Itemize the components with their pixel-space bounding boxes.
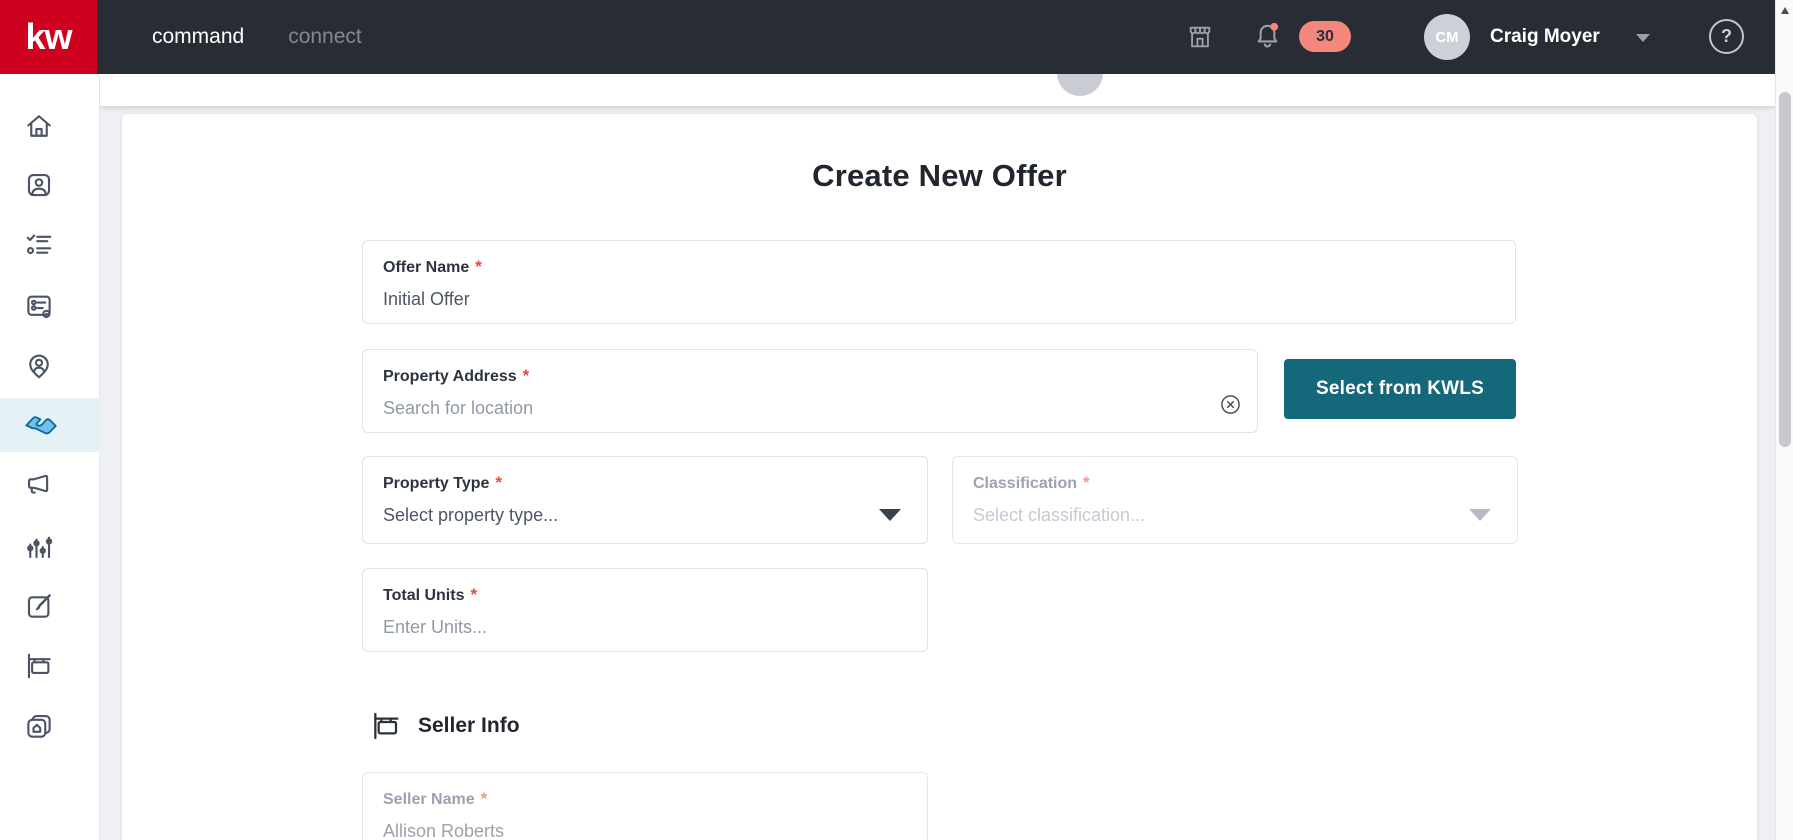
offer-name-value: Initial Offer: [383, 289, 470, 309]
classification-placeholder: Select classification...: [973, 505, 1146, 525]
scroll-up-arrow-icon[interactable]: [1781, 7, 1789, 14]
property-type-label: Property Type: [383, 475, 490, 492]
checklist-icon: [26, 234, 52, 255]
home-icon: [27, 115, 51, 137]
smartplans-icon: [27, 295, 51, 319]
property-address-placeholder: Search for location: [383, 398, 534, 418]
sidebar-item-reports[interactable]: [0, 520, 100, 574]
chevron-down-icon: [1636, 34, 1650, 42]
marketplace-icon[interactable]: [1186, 23, 1214, 56]
total-units-label: Total Units: [383, 587, 465, 604]
property-type-select[interactable]: Property Type * Select property type...: [362, 456, 928, 544]
kw-logo[interactable]: kw: [0, 0, 97, 74]
page-title: Create New Offer: [812, 158, 1067, 193]
offer-name-field[interactable]: Offer Name * Initial Offer: [362, 240, 1516, 324]
sidebar-item-tasks[interactable]: [0, 218, 100, 272]
avatar[interactable]: CM: [1424, 14, 1470, 60]
create-offer-card: Create New Offer Offer Name * Initial Off…: [122, 114, 1757, 840]
app-window: kw command connect 30 CM Craig Moyer ? C…: [0, 0, 1793, 840]
sidebar-item-marketing[interactable]: [0, 459, 100, 513]
scrolled-header-strip: [100, 74, 1775, 106]
sidebar-item-opportunities[interactable]: [0, 398, 100, 452]
person-pin-icon: [29, 354, 49, 379]
sidebar-item-designs[interactable]: [0, 579, 100, 633]
seller-name-value: Allison Roberts: [383, 821, 505, 840]
seller-name-field: Seller Name * Allison Roberts: [362, 772, 928, 840]
sidebar-item-contacts[interactable]: [0, 158, 100, 212]
select-from-kwls-button[interactable]: Select from KWLS: [1284, 359, 1516, 419]
property-address-label: Property Address: [383, 368, 517, 385]
dropdown-arrow-icon: [879, 509, 901, 521]
scrollbar-thumb[interactable]: [1779, 92, 1791, 447]
property-address-field[interactable]: Property Address * Search for location: [362, 349, 1258, 433]
yard-sign-icon: [27, 653, 51, 679]
sidebar: [0, 74, 100, 840]
seller-info-title: Seller Info: [418, 714, 520, 737]
top-bar: kw command connect 30 CM Craig Moyer ?: [0, 0, 1775, 74]
required-asterisk: *: [475, 257, 482, 276]
total-units-field[interactable]: Total Units * Enter Units...: [362, 568, 928, 652]
required-asterisk: *: [495, 473, 503, 492]
sidebar-item-smartplans[interactable]: [0, 279, 100, 333]
vertical-scrollbar[interactable]: [1775, 0, 1793, 840]
yard-sign-icon: [374, 712, 399, 740]
sidebar-item-sites[interactable]: [0, 699, 100, 753]
required-asterisk: *: [1083, 473, 1090, 492]
classification-label: Classification: [973, 475, 1078, 492]
seller-info-section-header: Seller Info: [370, 710, 520, 742]
offer-name-label: Offer Name: [383, 259, 470, 276]
total-units-placeholder: Enter Units...: [383, 617, 488, 637]
clear-circle-icon[interactable]: [1220, 394, 1241, 415]
sidebar-item-home[interactable]: [0, 99, 100, 153]
dropdown-arrow-icon: [1469, 509, 1491, 521]
property-type-placeholder: Select property type...: [383, 505, 559, 525]
notifications-bell-icon[interactable]: [1252, 20, 1283, 56]
required-asterisk: *: [480, 789, 488, 808]
required-asterisk: *: [470, 585, 478, 604]
required-asterisk: *: [522, 366, 530, 385]
help-button[interactable]: ?: [1709, 19, 1744, 54]
nav-connect[interactable]: connect: [288, 25, 362, 49]
handshake-icon: [25, 415, 57, 434]
classification-select: Classification * Select classification...: [952, 456, 1518, 544]
sites-icon: [27, 714, 51, 738]
sidebar-item-leads[interactable]: [0, 339, 100, 393]
sidebar-item-listings[interactable]: [0, 639, 100, 693]
contacts-icon: [27, 173, 51, 197]
design-brush-icon: [27, 594, 51, 618]
primary-nav: command connect: [152, 0, 362, 74]
seller-name-label: Seller Name: [383, 791, 475, 808]
megaphone-icon: [27, 474, 49, 494]
nav-command[interactable]: command: [152, 25, 244, 49]
bar-chart-icon: [27, 536, 53, 559]
partial-avatar-fragment: [1057, 74, 1103, 96]
user-menu[interactable]: Craig Moyer: [1490, 0, 1600, 74]
notification-count-badge[interactable]: 30: [1299, 21, 1351, 52]
